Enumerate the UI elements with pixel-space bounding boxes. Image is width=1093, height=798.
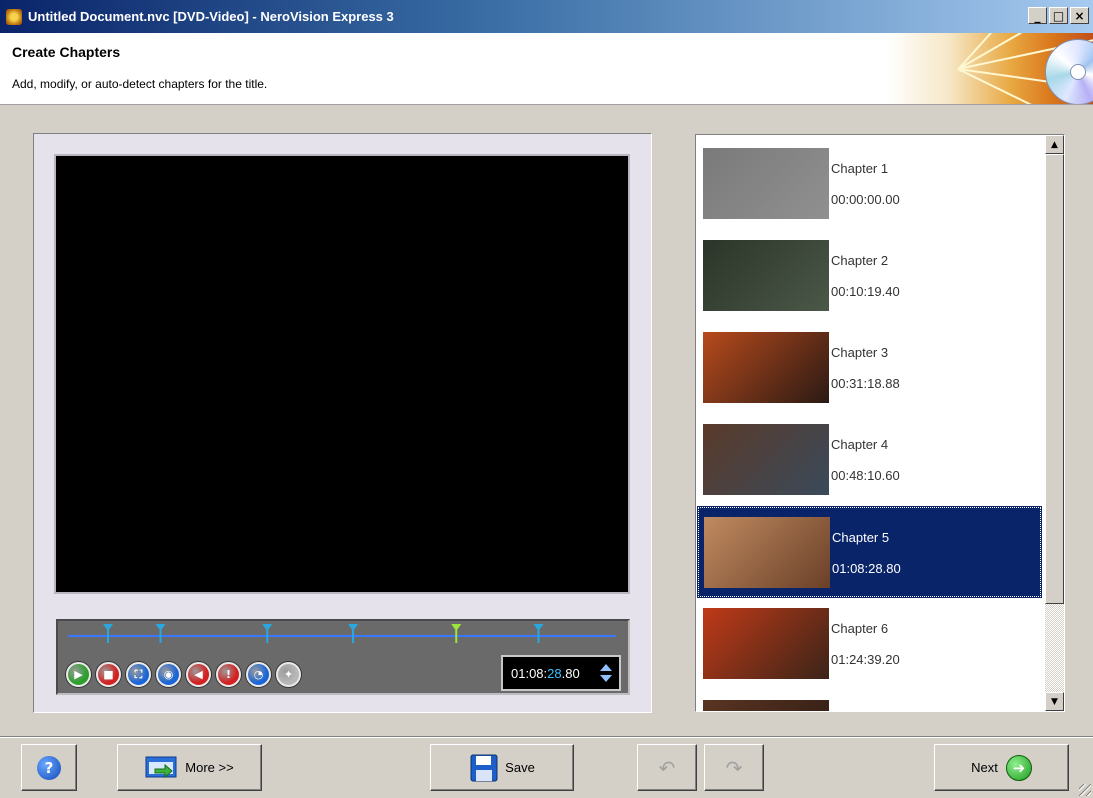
chapter-name: Chapter 6 — [831, 621, 889, 636]
scroll-up-button[interactable]: ▲ — [1045, 135, 1064, 154]
next-button[interactable]: Next ➜ — [934, 744, 1069, 791]
current-chapter-marker[interactable] — [451, 624, 462, 631]
stop-icon[interactable]: ■ — [96, 662, 121, 687]
chapter-thumbnail — [703, 240, 829, 311]
chapter-start-time: 00:31:18.88 — [831, 376, 900, 391]
timecode-spin-icon[interactable] — [599, 663, 613, 683]
timecode-hours-minutes: 01:08: — [511, 665, 548, 681]
scroll-thumb[interactable] — [1045, 154, 1064, 604]
chapter-thumbnail — [703, 148, 829, 219]
chapter-thumbnail — [703, 700, 829, 711]
chapter-marker[interactable] — [533, 624, 544, 631]
chapter-start-time: 00:48:10.60 — [831, 468, 900, 483]
timecode-display[interactable]: 01:08: 28.80 — [501, 655, 621, 691]
footer-divider — [0, 736, 1093, 738]
chapter-thumbnail — [703, 332, 829, 403]
delete-chapter-icon[interactable]: ! — [216, 662, 241, 687]
window-title: Untitled Document.nvc [DVD-Video] - Nero… — [28, 9, 394, 24]
redo-button[interactable]: ↷ — [704, 744, 764, 791]
page-title: Create Chapters — [12, 44, 121, 60]
chapter-marker[interactable] — [103, 624, 113, 631]
redo-icon: ↷ — [725, 755, 743, 780]
auto-detect-icon[interactable]: ◔ — [246, 662, 271, 687]
page-subtitle: Add, modify, or auto-detect chapters for… — [12, 77, 268, 91]
chapter-item[interactable]: Chapter 4 00:48:10.60 — [698, 415, 1041, 505]
more-button[interactable]: More >> — [117, 744, 262, 791]
chapter-name: Chapter 1 — [831, 161, 889, 176]
chapter-thumbnail — [703, 424, 829, 495]
video-screen[interactable] — [54, 154, 630, 594]
chapter-list[interactable]: Chapter 1 00:00:00.00 Chapter 2 00:10:19.40… — [695, 134, 1065, 712]
chapter-thumbnail — [704, 517, 830, 588]
chapter-item[interactable]: Chapter 1 00:00:00.00 — [698, 139, 1041, 229]
chapter-start-time: 01:08:28.80 — [832, 561, 901, 576]
chapter-item[interactable]: Chapter 5 01:08:28.80 — [697, 506, 1042, 598]
chapter-marker[interactable] — [262, 624, 273, 631]
chapter-timeline[interactable] — [58, 621, 628, 657]
chapter-name: Chapter 3 — [831, 345, 889, 360]
chapter-item[interactable]: Chapter 3 00:31:18.88 — [698, 323, 1041, 413]
chapter-list-scrollbar[interactable]: ▲ ▼ — [1045, 135, 1064, 711]
undo-button[interactable]: ↶ — [637, 744, 697, 791]
chapter-start-time: 00:10:19.40 — [831, 284, 900, 299]
more-options-icon — [145, 756, 177, 778]
help-icon: ? — [37, 755, 61, 780]
play-icon[interactable]: ▶ — [66, 662, 91, 687]
scroll-down-button[interactable]: ▼ — [1045, 692, 1064, 711]
chapter-name: Chapter 5 — [832, 530, 890, 545]
title-bar: Untitled Document.nvc [DVD-Video] - Nero… — [0, 0, 1093, 33]
snapshot-icon[interactable]: ◉ — [156, 662, 181, 687]
chapter-thumbnail — [703, 608, 829, 679]
next-button-label: Next — [971, 760, 998, 775]
more-button-label: More >> — [185, 760, 234, 775]
chapter-item[interactable]: Chapter 6 01:24:39.20 — [698, 599, 1041, 689]
chapter-item[interactable] — [698, 691, 1041, 711]
timecode-fraction: .80 — [561, 665, 580, 681]
header-disc-artwork — [888, 33, 1093, 104]
chapter-name: Chapter 4 — [831, 437, 889, 452]
next-arrow-icon: ➜ — [1005, 754, 1032, 781]
chapter-item[interactable]: Chapter 2 00:10:19.40 — [698, 231, 1041, 321]
chapter-name: Chapter 2 — [831, 253, 889, 268]
help-button[interactable]: ? — [21, 744, 77, 791]
fullscreen-icon[interactable]: ⛶ — [126, 662, 151, 687]
floppy-save-icon — [470, 754, 498, 781]
save-button[interactable]: Save — [430, 744, 574, 791]
save-button-label: Save — [505, 760, 535, 775]
resize-grip[interactable] — [1079, 784, 1091, 796]
minimize-button[interactable]: _ — [1028, 7, 1047, 24]
add-chapter-icon[interactable]: ◀ — [186, 662, 211, 687]
chapter-marker[interactable] — [155, 624, 166, 631]
player-controls: ▶ ■ ⛶ ◉ ◀! ◔ ✦ 01:08: 28.80 — [56, 619, 630, 695]
window-controls: _ □ × — [1028, 7, 1089, 24]
maximize-button[interactable]: □ — [1049, 7, 1068, 24]
nero-app-icon[interactable] — [6, 8, 22, 25]
undo-icon: ↶ — [658, 755, 676, 780]
timecode-seconds: 28 — [547, 665, 562, 681]
chapter-start-time: 00:00:00.00 — [831, 192, 900, 207]
video-preview-panel: ▶ ■ ⛶ ◉ ◀! ◔ ✦ 01:08: 28.80 — [33, 133, 652, 713]
chapter-marker[interactable] — [348, 624, 359, 631]
close-button[interactable]: × — [1070, 7, 1089, 24]
wizard-header: Create Chapters Add, modify, or auto-det… — [0, 33, 1093, 105]
disabled-icon[interactable]: ✦ — [276, 662, 301, 687]
chapter-start-time: 01:24:39.20 — [831, 652, 900, 667]
